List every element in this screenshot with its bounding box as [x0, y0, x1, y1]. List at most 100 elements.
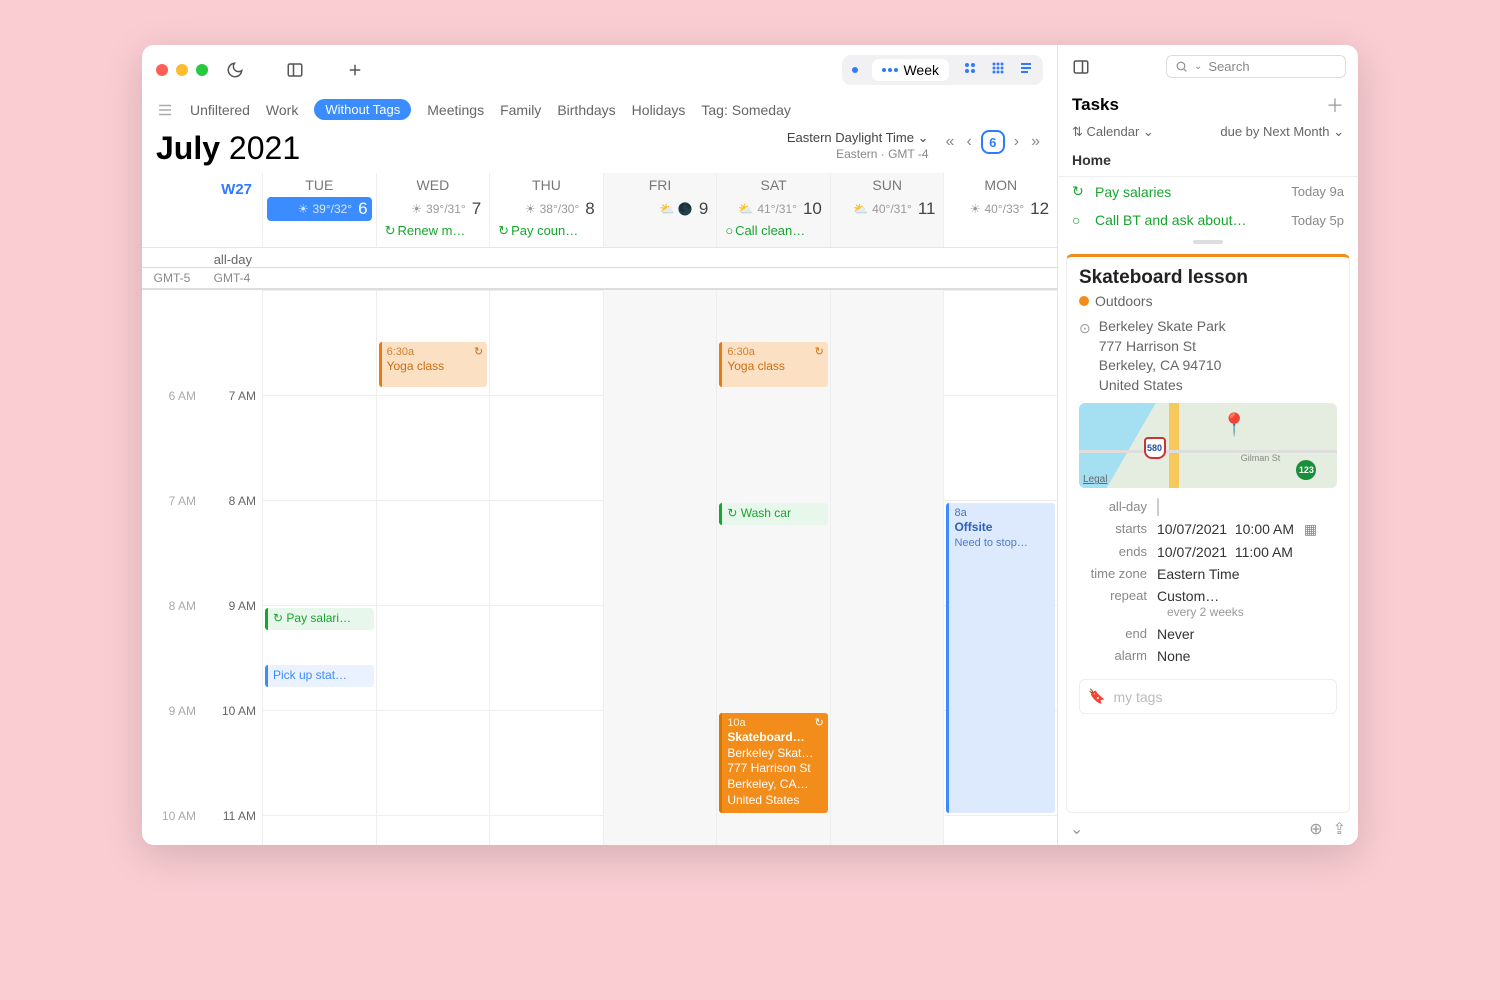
detail-calendar[interactable]: Outdoors: [1079, 293, 1337, 309]
detail-repeat[interactable]: repeatCustom…: [1079, 585, 1337, 607]
today-button[interactable]: 6: [981, 130, 1005, 154]
tasks-group-home[interactable]: Home: [1058, 148, 1358, 177]
detail-allday: all-day: [1079, 496, 1337, 518]
day-column-tue[interactable]: TUE☀ 39°/32°6: [262, 173, 376, 247]
detail-location[interactable]: ⊙ Berkeley Skate Park777 Harrison StBerk…: [1079, 317, 1337, 395]
week-number: W27: [142, 173, 262, 247]
tasks-header: Tasks ＋: [1058, 88, 1358, 122]
filter-holidays[interactable]: Holidays: [632, 102, 686, 118]
dark-mode-icon[interactable]: [224, 59, 246, 81]
allday-label-row: all-day: [142, 248, 1057, 268]
detail-starts[interactable]: starts10/07/2021 10:00 AM ▦: [1079, 518, 1337, 541]
detail-end[interactable]: endNever: [1079, 623, 1337, 645]
day-column-sat[interactable]: SAT⛅ 41°/31°10○Call clean…: [716, 173, 830, 247]
grid-col-wed[interactable]: ↻6:30aYoga class: [376, 290, 490, 845]
add-icon[interactable]: ⊕: [1309, 819, 1322, 839]
inspector-sidebar: ⌄ Search Tasks ＋ ⇅ Calendar ⌄ due by Nex…: [1058, 45, 1358, 845]
filter-birthdays[interactable]: Birthdays: [557, 102, 615, 118]
share-icon[interactable]: ⇪: [1333, 819, 1346, 839]
biweek-view-button[interactable]: [963, 61, 977, 80]
task-row[interactable]: ↻Pay salariesToday 9a: [1058, 177, 1358, 206]
task-row[interactable]: ○Call BT and ask about…Today 5p: [1058, 206, 1358, 234]
filter-unfiltered[interactable]: Unfiltered: [190, 102, 250, 118]
sort-by-calendar[interactable]: ⇅ Calendar ⌄: [1072, 124, 1154, 140]
grid-body: ↻ Pay salari… Pick up stat… ↻6:30aYoga c…: [262, 290, 1057, 845]
event-wash-car[interactable]: ↻ Wash car: [719, 503, 828, 525]
allday-label: all-day: [142, 248, 262, 267]
event-pickup[interactable]: Pick up stat…: [265, 665, 374, 687]
map-legal-link[interactable]: Legal: [1083, 474, 1107, 485]
prev-month-button[interactable]: «: [943, 133, 958, 151]
month-label: July 2021: [156, 130, 300, 167]
grid-col-thu[interactable]: [489, 290, 603, 845]
event-pay-salaries[interactable]: ↻ Pay salari…: [265, 608, 374, 630]
filter-without-tags[interactable]: Without Tags: [314, 99, 411, 120]
event-offsite[interactable]: 8aOffsiteNeed to stop…: [946, 503, 1055, 813]
location-map[interactable]: 📍 580 123 Gilman St Legal: [1079, 403, 1337, 488]
search-input[interactable]: ⌄ Search: [1166, 55, 1346, 78]
day-view-button[interactable]: [852, 67, 858, 73]
add-task-button[interactable]: ＋: [1326, 92, 1344, 118]
window-controls: [156, 64, 208, 76]
day-column-sun[interactable]: SUN⛅ 40°/31°11: [830, 173, 944, 247]
tasks-title: Tasks: [1072, 95, 1119, 115]
day-column-thu[interactable]: THU☀ 38°/30°8↻Pay coun…: [489, 173, 603, 247]
day-column-wed[interactable]: WED☀ 39°/31°7↻Renew m…: [376, 173, 490, 247]
day-header-row: W27 TUE☀ 39°/32°6 WED☀ 39°/31°7↻Renew m……: [142, 173, 1057, 248]
event-detail-panel: Skateboard lesson Outdoors ⊙ Berkeley Sk…: [1066, 254, 1350, 813]
tasks-sort-row: ⇅ Calendar ⌄ due by Next Month ⌄: [1058, 122, 1358, 148]
timezone-picker[interactable]: Eastern Daylight Time ⌄ Eastern · GMT -4: [787, 130, 929, 162]
filter-family[interactable]: Family: [500, 102, 541, 118]
calendar-grid[interactable]: 6 AM7 AM8 AM9 AM10 AM 7 AM8 AM9 AM10 AM1…: [142, 290, 1057, 845]
event-yoga-sat[interactable]: ↻6:30aYoga class: [719, 342, 828, 387]
calendar-icon[interactable]: ▦: [1300, 521, 1317, 537]
next-week-button[interactable]: ›: [1011, 133, 1022, 151]
day-column-fri[interactable]: FRI⛅ 🌑9: [603, 173, 717, 247]
tags-input[interactable]: 🔖my tags: [1079, 679, 1337, 714]
month-view-button[interactable]: [991, 61, 1005, 80]
drag-handle[interactable]: [1193, 240, 1223, 244]
detail-timezone[interactable]: time zoneEastern Time: [1079, 563, 1337, 585]
minimize-window-button[interactable]: [176, 64, 188, 76]
grid-col-mon[interactable]: 8aOffsiteNeed to stop…: [943, 290, 1057, 845]
chevron-down-icon: ⌄: [918, 130, 929, 145]
search-placeholder: Search: [1208, 59, 1249, 74]
search-icon: [1175, 60, 1188, 73]
week-view-label: Week: [903, 62, 939, 78]
grid-col-sun[interactable]: [830, 290, 944, 845]
main-pane: Week Unfiltered Work Without Tags Meetin…: [142, 45, 1058, 845]
prev-week-button[interactable]: ‹: [963, 133, 974, 151]
allday-event[interactable]: ↻Pay coun…: [494, 221, 599, 241]
grid-col-tue[interactable]: ↻ Pay salari… Pick up stat…: [262, 290, 376, 845]
day-column-mon[interactable]: MON☀ 40°/33°12: [943, 173, 1057, 247]
panel-toggle-icon[interactable]: [1070, 56, 1092, 78]
new-event-button[interactable]: [344, 59, 366, 81]
detail-title[interactable]: Skateboard lesson: [1079, 267, 1337, 289]
next-month-button[interactable]: »: [1028, 133, 1043, 151]
zoom-window-button[interactable]: [196, 64, 208, 76]
event-skateboard[interactable]: ↻10aSkateboard…Berkeley Skat…777 Harriso…: [719, 713, 828, 813]
sort-by-due[interactable]: due by Next Month ⌄: [1220, 124, 1344, 140]
filter-meetings[interactable]: Meetings: [427, 102, 484, 118]
location-pin-icon: ⊙: [1079, 319, 1091, 395]
allday-event[interactable]: ↻Renew m…: [381, 221, 486, 241]
close-window-button[interactable]: [156, 64, 168, 76]
grid-col-sat[interactable]: ↻6:30aYoga class ↻ Wash car ↻10aSkateboa…: [716, 290, 830, 845]
allday-checkbox[interactable]: [1157, 498, 1159, 516]
filter-work[interactable]: Work: [266, 102, 298, 118]
collapse-icon[interactable]: ⌄: [1070, 819, 1083, 839]
filter-menu-icon[interactable]: [156, 101, 174, 119]
event-yoga-wed[interactable]: ↻6:30aYoga class: [379, 342, 488, 387]
list-view-button[interactable]: [1019, 61, 1033, 80]
grid-col-fri[interactable]: [603, 290, 717, 845]
detail-alarm[interactable]: alarmNone: [1079, 645, 1337, 667]
allday-event[interactable]: ○Call clean…: [721, 221, 826, 240]
detail-repeat-sub: every 2 weeks: [1079, 605, 1337, 619]
filter-tag-someday[interactable]: Tag: Someday: [701, 102, 791, 118]
view-switcher: Week: [842, 55, 1043, 85]
month-header: July 2021 Eastern Daylight Time ⌄ Easter…: [142, 130, 1057, 173]
detail-ends[interactable]: ends10/07/2021 11:00 AM: [1079, 541, 1337, 563]
week-view-button[interactable]: Week: [872, 59, 949, 81]
sidebar-toggle-icon[interactable]: [284, 59, 306, 81]
tag-icon: 🔖: [1088, 688, 1105, 705]
